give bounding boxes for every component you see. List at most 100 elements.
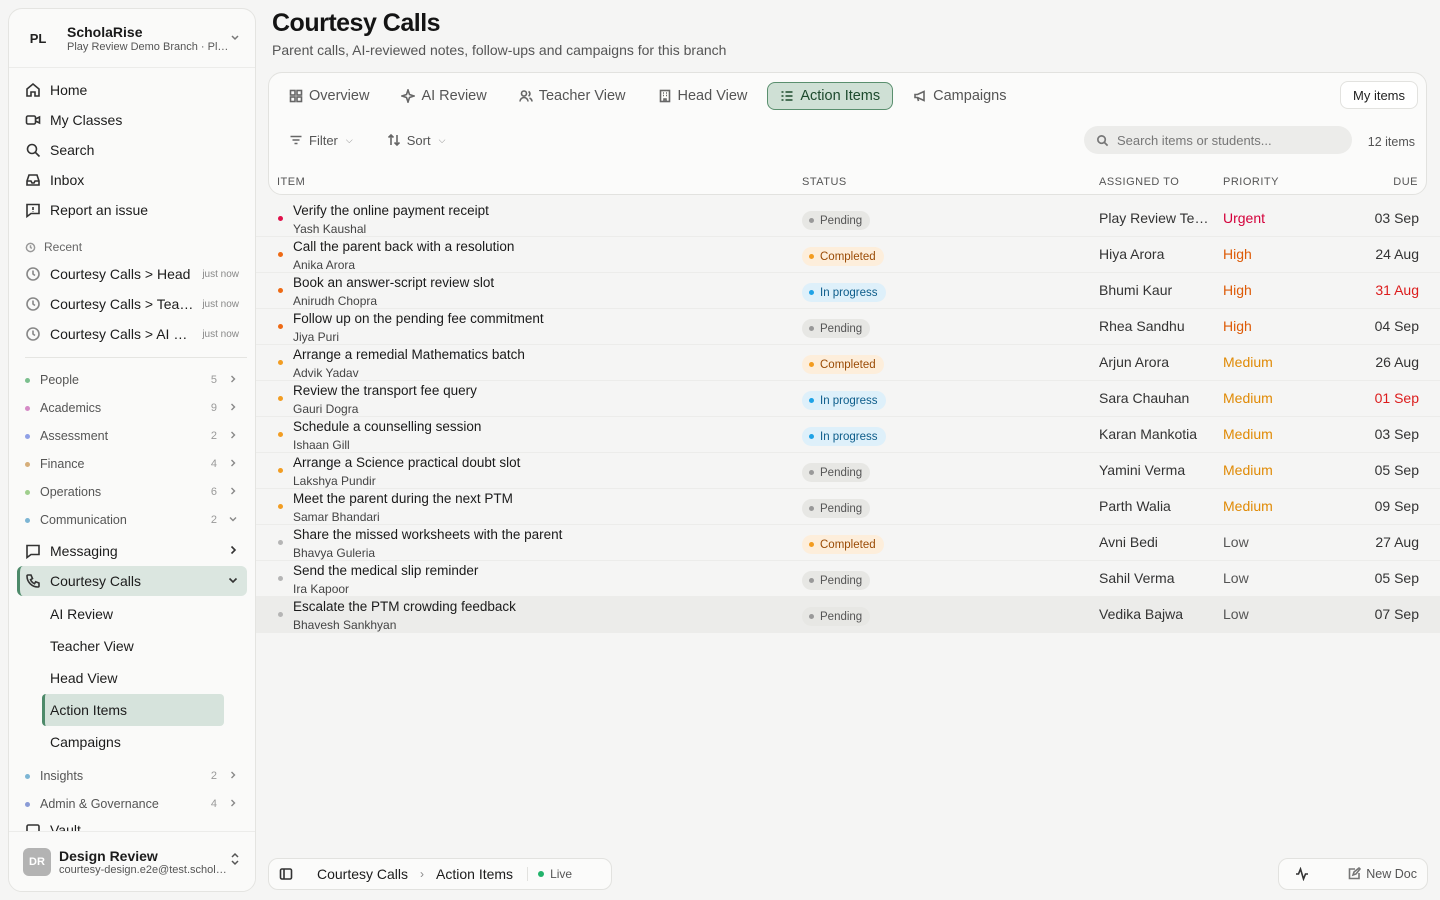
main-content: Courtesy Calls Parent calls, AI-reviewed… [256,0,1440,900]
status-dot [809,290,814,295]
col-due[interactable]: DUE [1393,176,1418,188]
org-switcher[interactable]: PL ScholaRise Play Review Demo Branch · … [9,9,255,68]
chevron-down-icon: ⌵ [345,134,353,145]
table-row[interactable]: Call the parent back with a resolution An… [256,237,1440,273]
table-row[interactable]: Arrange a remedial Mathematics batch Advi… [256,345,1440,381]
col-assigned[interactable]: ASSIGNED TO [1099,176,1179,188]
chevron-right-icon [227,374,239,387]
nav-group-academics[interactable]: Academics 9 [17,394,247,422]
status-badge[interactable]: Pending [802,499,871,518]
nav-messaging-label: Messaging [50,543,118,559]
nav-group-admin-governance[interactable]: Admin & Governance 4 [17,790,247,818]
users-icon [518,90,533,102]
search-input[interactable]: Search items or students... [1084,126,1352,154]
status-badge[interactable]: Completed [802,247,884,266]
nav-inbox[interactable]: Inbox [17,165,247,195]
nav-messaging[interactable]: Messaging [17,536,247,566]
table-row[interactable]: Escalate the PTM crowding feedback Bhaves… [256,597,1440,633]
due-date: 07 Sep [1374,606,1419,622]
group-count: 4 [210,798,217,810]
item-title: Escalate the PTM crowding feedback [293,599,516,614]
table-row[interactable]: Meet the parent during the next PTM Samar… [256,489,1440,525]
tab-overview[interactable]: Overview [277,82,381,110]
doc-toolbar: New Doc [1278,858,1428,890]
group-count: 2 [210,430,217,442]
activity-icon[interactable] [1295,867,1309,881]
nav-group-assessment[interactable]: Assessment 2 [17,422,247,450]
status-badge[interactable]: Pending [802,463,871,482]
status-badge[interactable]: Completed [802,355,884,374]
group-label: Admin & Governance [40,797,159,811]
col-item[interactable]: ITEM [277,176,305,188]
my-items-button[interactable]: My items [1340,81,1418,109]
table-row[interactable]: Follow up on the pending fee commitment J… [256,309,1440,345]
nav-group-communication[interactable]: Communication 2 [17,506,247,534]
nav-home[interactable]: Home [17,75,247,105]
table-row[interactable]: Book an answer-script review slot Anirudh… [256,273,1440,309]
group-dot [25,433,30,439]
sort-button[interactable]: Sort ⌵ [387,133,445,148]
sidebar-toggle-icon[interactable] [279,867,293,881]
subnav-teacher-view[interactable]: Teacher View [42,630,224,662]
col-priority[interactable]: PRIORITY [1223,176,1279,188]
priority-label: Low [1223,570,1249,586]
status-badge[interactable]: Pending [802,319,871,338]
status-badge[interactable]: Pending [802,607,871,626]
status-badge[interactable]: Completed [802,535,884,554]
nav-search[interactable]: Search [17,135,247,165]
priority-dot [278,432,283,437]
tab-action-items[interactable]: Action Items [767,82,894,110]
filter-button[interactable]: Filter ⌵ [289,133,353,148]
item-title: Call the parent back with a resolution [293,239,515,254]
priority-label: Medium [1223,354,1273,370]
subnav-action-items[interactable]: Action Items [42,694,224,726]
status-dot [809,614,814,619]
assigned-to: Play Review Teacher [1099,210,1215,226]
org-badge: PL [29,30,47,46]
recent-item[interactable]: Courtesy Calls > AI Review just now [17,319,247,349]
student-name: Advik Yadav [293,366,359,380]
tab-teacher-view[interactable]: Teacher View [507,82,638,110]
due-date: 03 Sep [1374,426,1419,442]
nav-group-finance[interactable]: Finance 4 [17,450,247,478]
assigned-to: Parth Walia [1099,498,1171,514]
table-row[interactable]: Arrange a Science practical doubt slot La… [256,453,1440,489]
status-badge[interactable]: Pending [802,571,871,590]
nav-courtesy-calls[interactable]: Courtesy Calls [17,566,247,596]
breadcrumb-courtesy-calls[interactable]: Courtesy Calls [317,866,408,882]
nav-group-insights[interactable]: Insights 2 [17,762,247,790]
status-badge[interactable]: In progress [802,427,886,446]
user-menu[interactable]: DR Design Review courtesy-design.e2e@tes… [9,831,255,891]
chevron-updown-icon [229,31,241,46]
table-row[interactable]: Share the missed worksheets with the par… [256,525,1440,561]
priority-dot [278,252,283,257]
nav-my-classes[interactable]: My Classes [17,105,247,135]
status-badge[interactable]: Pending [802,211,871,230]
subnav-ai-review[interactable]: AI Review [42,598,224,630]
recent-item[interactable]: Courtesy Calls > Teacher View just now [17,289,247,319]
subnav-campaigns[interactable]: Campaigns [42,726,224,758]
nav-group-operations[interactable]: Operations 6 [17,478,247,506]
student-name: Anirudh Chopra [293,294,378,308]
table-row[interactable]: Schedule a counselling session Ishaan Gil… [256,417,1440,453]
table-row[interactable]: Send the medical slip reminder Ira Kapoor… [256,561,1440,597]
recent-item[interactable]: Courtesy Calls > Head just now [17,259,247,289]
tab-ai-review[interactable]: AI Review [389,82,498,110]
nav-group-people[interactable]: People 5 [17,366,247,394]
col-status[interactable]: STATUS [802,176,847,188]
subnav-head-view[interactable]: Head View [42,662,224,694]
nav-report-issue[interactable]: Report an issue [17,195,247,225]
item-title: Arrange a remedial Mathematics batch [293,347,525,362]
chevron-right-icon: › [420,867,425,881]
tab-campaigns[interactable]: Campaigns [901,82,1018,110]
building-icon [659,89,670,103]
tab-head-view[interactable]: Head View [646,82,760,110]
status-badge[interactable]: In progress [802,391,886,410]
group-dot [25,405,30,411]
status-badge[interactable]: In progress [802,283,886,302]
group-dot [25,801,30,807]
table-row[interactable]: Verify the online payment receipt Yash Ka… [256,201,1440,237]
new-doc-button[interactable]: New Doc [1347,867,1417,881]
divider [25,357,247,358]
table-row[interactable]: Review the transport fee query Gauri Dogr… [256,381,1440,417]
